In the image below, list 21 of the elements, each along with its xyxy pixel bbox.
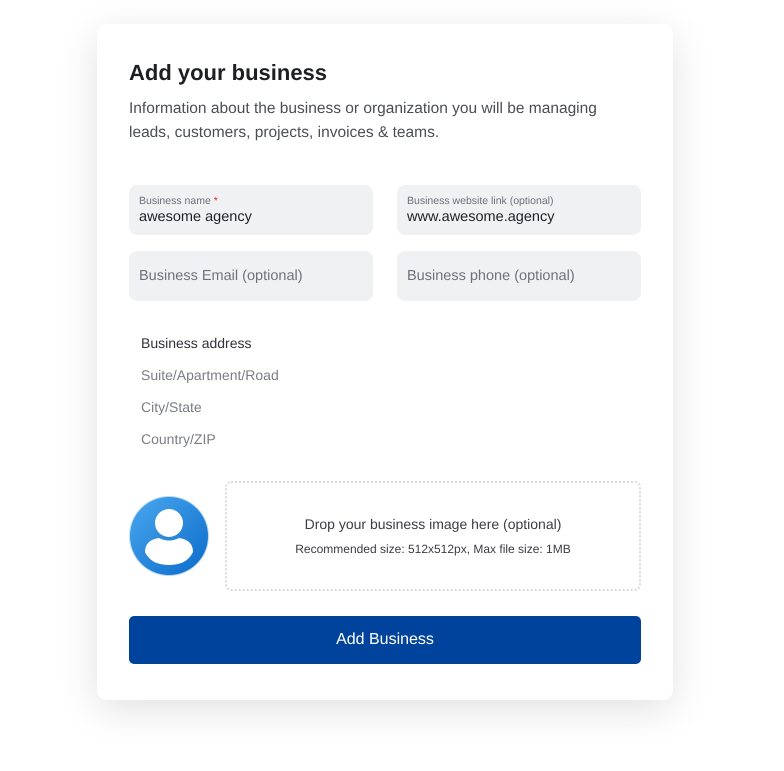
input-field[interactable]: Business phone (optional) bbox=[407, 267, 631, 285]
field-label: Business website link (optional) bbox=[407, 194, 554, 208]
text-field[interactable]: Business website link (optional) www.awesome.agency bbox=[397, 185, 641, 235]
address-input[interactable]: Country/ZIP bbox=[141, 431, 341, 447]
address-input[interactable]: City/State bbox=[141, 399, 341, 415]
field-label: Business name * bbox=[139, 194, 219, 208]
card-description: Information about the business or organization you will be managing leads, customers, projects, invoices & teams. bbox=[129, 99, 598, 143]
text-field[interactable]: Business name * awesome agency bbox=[129, 185, 373, 235]
address-input[interactable]: Suite/Apartment/Road bbox=[141, 367, 341, 383]
text-field[interactable]: Business Email (optional) bbox=[129, 251, 373, 301]
text-field[interactable]: Business phone (optional) bbox=[397, 251, 641, 301]
input-field[interactable]: Business Email (optional) bbox=[139, 267, 363, 285]
address-label: Business address bbox=[141, 335, 252, 351]
image-dropzone[interactable]: Drop your business image here (optional) Recommended size: 512x512px, Max file size: 1MB bbox=[225, 481, 641, 591]
user-avatar-icon[interactable] bbox=[129, 496, 209, 576]
input-field[interactable]: awesome agency bbox=[139, 208, 363, 226]
card-title: Add your business bbox=[129, 59, 328, 87]
input-field[interactable]: www.awesome.agency bbox=[407, 208, 631, 226]
dropzone-title: Drop your business image here (optional) bbox=[304, 516, 562, 532]
add-business-button[interactable]: Add Business bbox=[129, 616, 641, 664]
dropzone-hint: Recommended size: 512x512px, Max file size: 1MB bbox=[295, 542, 571, 556]
